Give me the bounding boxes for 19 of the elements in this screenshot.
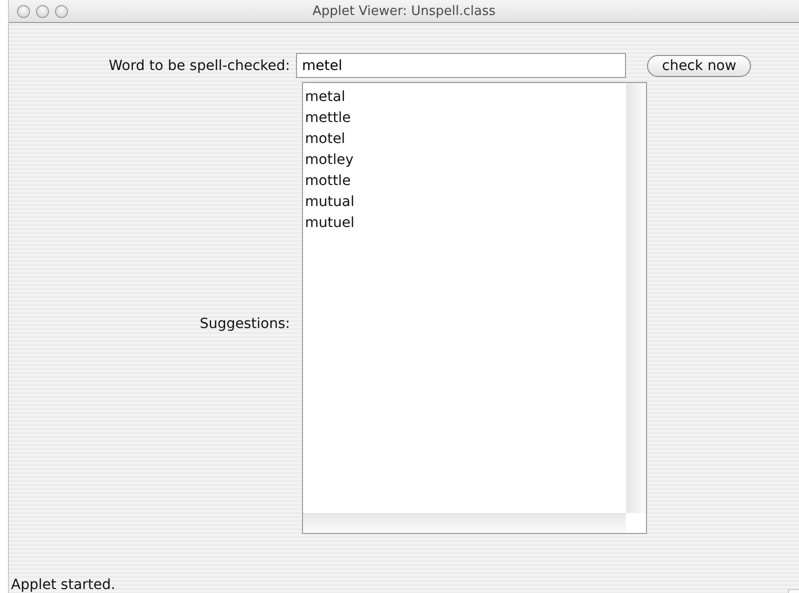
- horizontal-scrollbar[interactable]: [303, 513, 626, 533]
- check-now-button[interactable]: check now: [647, 54, 752, 76]
- minimize-button[interactable]: [36, 4, 49, 18]
- field-label: Word to be spell-checked:: [108, 58, 290, 74]
- suggestion-item[interactable]: mettle: [305, 108, 624, 129]
- suggestion-item[interactable]: motel: [305, 129, 624, 150]
- word-input-field[interactable]: metel: [296, 53, 626, 78]
- suggestion-item[interactable]: metal: [305, 87, 624, 108]
- close-button[interactable]: [17, 4, 30, 18]
- suggestions-label: Suggestions:: [198, 316, 290, 332]
- suggestions-list[interactable]: metal mettle motel motley mottle mutual mutuel: [302, 82, 647, 534]
- suggestion-item[interactable]: mutuel: [305, 213, 624, 234]
- suggestion-item[interactable]: motley: [305, 150, 624, 171]
- window-title: Applet Viewer: Unspell.class: [312, 4, 496, 18]
- status-text: Applet started.: [10, 577, 116, 593]
- suggestion-item[interactable]: mutual: [305, 192, 624, 213]
- zoom-button[interactable]: [55, 4, 68, 18]
- suggestion-item[interactable]: mottle: [305, 171, 624, 192]
- vertical-scrollbar[interactable]: [626, 83, 646, 513]
